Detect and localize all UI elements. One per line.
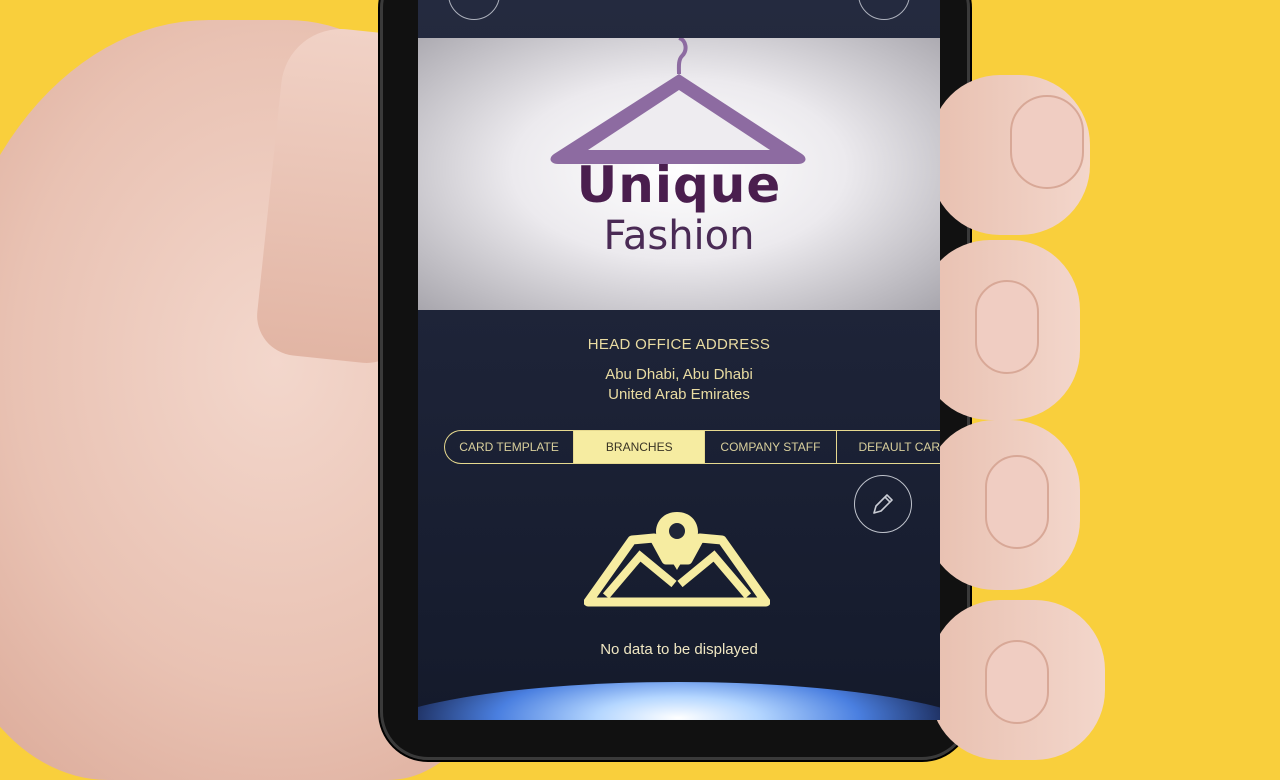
company-banner: Unique Fashion [418, 38, 940, 310]
address-line2: United Arab Emirates [608, 386, 750, 403]
app-screen: Unique Fashion HEAD OFFICE ADDRESS Abu D… [418, 0, 940, 720]
empty-state-message: No data to be displayed [600, 641, 758, 658]
menu-button[interactable] [858, 0, 910, 20]
pencil-icon [873, 494, 893, 514]
fingernail [985, 455, 1049, 549]
fingernail [1010, 95, 1084, 189]
tab-company-staff[interactable]: COMPANY STAFF [705, 431, 837, 463]
edit-button[interactable] [854, 475, 912, 533]
back-button[interactable] [448, 0, 500, 20]
brand-name-line2: Fashion [603, 213, 755, 259]
tab-default-card[interactable]: DEFAULT CAR [837, 431, 941, 463]
map-location-icon [584, 512, 770, 607]
address-title: HEAD OFFICE ADDRESS [587, 336, 771, 353]
horizon-glow [418, 682, 940, 720]
fingernail [975, 280, 1039, 374]
address-line1: Abu Dhabi, Abu Dhabi [605, 366, 753, 383]
tab-card-template[interactable]: CARD TEMPLATE [445, 431, 575, 463]
tab-branches[interactable]: BRANCHES [574, 431, 706, 463]
brand-name-line1: Unique [576, 156, 782, 214]
tab-bar: CARD TEMPLATE BRANCHES COMPANY STAFF DEF… [444, 430, 940, 464]
fingernail [985, 640, 1049, 724]
